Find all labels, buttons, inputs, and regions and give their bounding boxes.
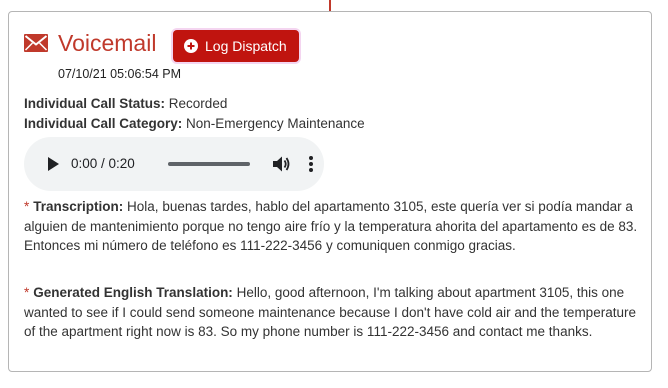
voicemail-card: Voicemail Log Dispatch 07/10/21 05:06:54… (8, 11, 652, 372)
call-category-value: Non-Emergency Maintenance (186, 116, 365, 131)
card-header: Voicemail (24, 29, 156, 57)
audio-player: 0:00 / 0:20 (24, 137, 324, 191)
audio-seek-bar[interactable] (168, 162, 250, 166)
play-icon[interactable] (46, 157, 60, 171)
volume-icon[interactable] (272, 155, 290, 173)
transcription-label: Transcription: (33, 199, 124, 214)
required-mark: * (24, 199, 30, 214)
log-dispatch-button[interactable]: Log Dispatch (173, 30, 299, 62)
page: Voicemail Log Dispatch 07/10/21 05:06:54… (0, 0, 668, 388)
voicemail-timestamp: 07/10/21 05:06:54 PM (58, 67, 182, 81)
translation-block: * Generated English Translation: Hello, g… (24, 283, 638, 342)
envelope-icon (24, 34, 48, 52)
card-title: Voicemail (58, 30, 157, 56)
transcription-block: * Transcription: Hola, buenas tardes, hab… (24, 197, 638, 256)
more-options-icon[interactable] (308, 155, 314, 173)
required-mark: * (24, 285, 30, 300)
call-status-row: Individual Call Status: Recorded (24, 96, 227, 111)
call-status-label: Individual Call Status: (24, 96, 166, 111)
call-category-row: Individual Call Category: Non-Emergency … (24, 116, 365, 131)
audio-time: 0:00 / 0:20 (71, 156, 135, 171)
log-dispatch-label: Log Dispatch (205, 38, 287, 54)
plus-circle-icon (184, 39, 198, 53)
translation-label: Generated English Translation: (33, 285, 233, 300)
call-status-value: Recorded (168, 96, 228, 111)
call-category-label: Individual Call Category: (24, 116, 183, 131)
